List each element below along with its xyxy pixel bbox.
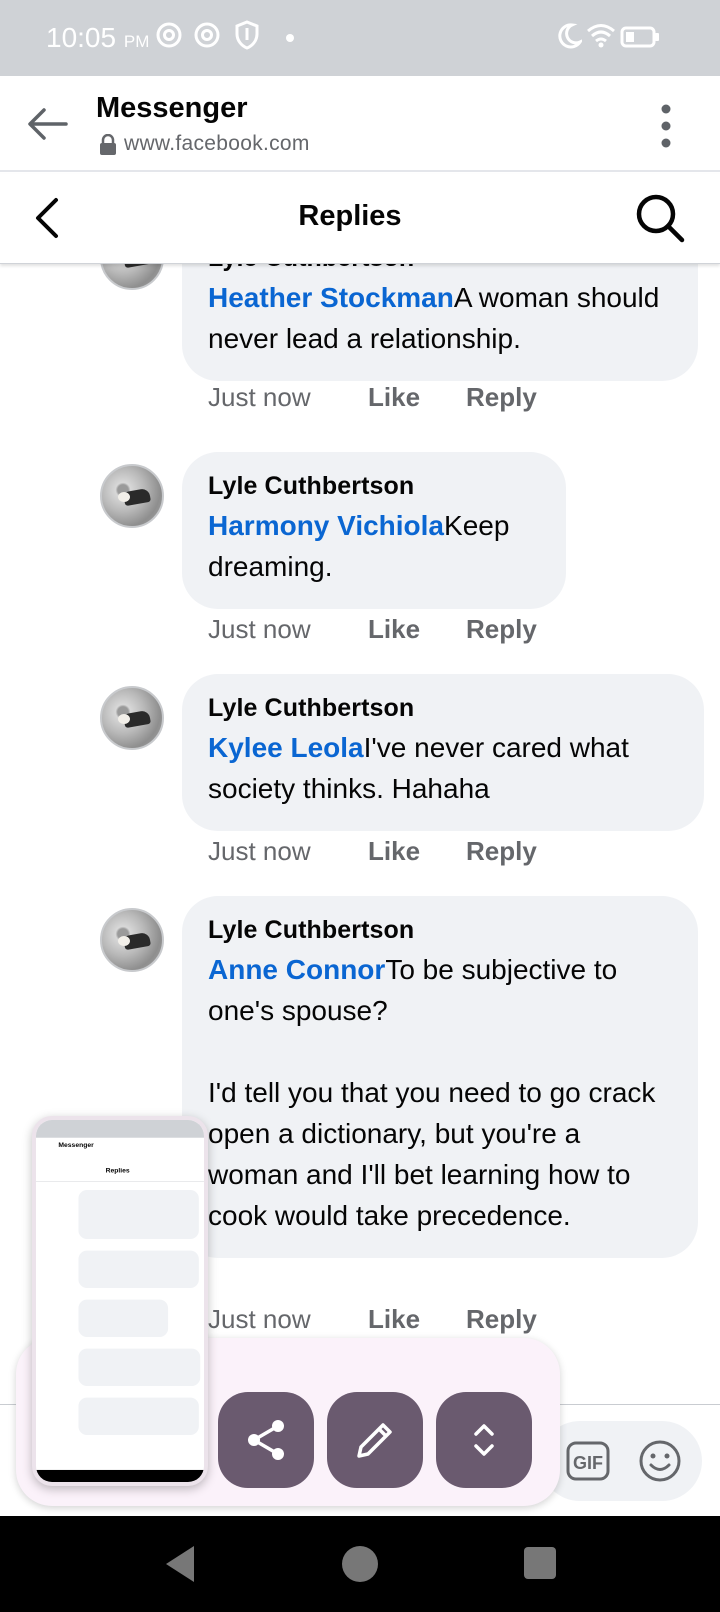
like-button[interactable]: Like: [368, 836, 466, 867]
edit-button[interactable]: [327, 1392, 423, 1488]
edit-icon: [357, 1423, 392, 1458]
comment-actions: Just now Like Reply: [208, 614, 537, 645]
system-nav-bar: [0, 1516, 720, 1612]
mention-link[interactable]: Heather Stockman: [208, 282, 454, 313]
nav-back-icon[interactable]: [162, 1544, 198, 1584]
comment-body: Harmony VichiolaKeep dreaming.: [208, 505, 540, 587]
thumb-header: Replies: [105, 1166, 130, 1175]
thumb-nav: [36, 1469, 204, 1482]
battery-icon: [620, 26, 659, 48]
thumb-bubble: [78, 1189, 199, 1239]
reply-button[interactable]: Reply: [466, 836, 537, 867]
page-title: Replies: [298, 200, 402, 232]
nav-home-icon[interactable]: [342, 1546, 378, 1582]
shield-icon: [235, 20, 259, 50]
status-bar: 10:05 PM: [0, 0, 720, 76]
mention-link[interactable]: Harmony Vichiola: [208, 510, 444, 541]
avatar[interactable]: [100, 908, 164, 972]
thumb-bubble: [78, 1397, 199, 1435]
replies-header: Replies: [0, 174, 720, 264]
nav-recents-icon[interactable]: [524, 1547, 556, 1579]
thumb-bubble: [78, 1250, 199, 1288]
like-button[interactable]: Like: [368, 614, 466, 645]
reply-button[interactable]: Reply: [466, 382, 537, 413]
comment-bubble[interactable]: Lyle Cuthbertson Heather StockmanA woman…: [182, 264, 698, 381]
lock-icon: [100, 134, 116, 155]
comment-bubble[interactable]: Lyle Cuthbertson Anne ConnorTo be subjec…: [182, 896, 698, 1258]
thumb-status: [36, 1120, 204, 1138]
mention-link[interactable]: Kylee Leola: [208, 732, 364, 763]
comment-author[interactable]: Lyle Cuthbertson: [208, 916, 672, 945]
comment-body: Heather StockmanA woman should never lea…: [208, 277, 672, 359]
status-time-value: 10:05: [46, 22, 117, 53]
thumb-title: Messenger: [58, 1140, 94, 1149]
browser-page-title: Messenger: [96, 92, 248, 124]
browser-bar: Messenger www.facebook.com: [0, 76, 720, 172]
comment-bubble[interactable]: Lyle Cuthbertson Kylee LeolaI've never c…: [182, 674, 704, 831]
gif-icon[interactable]: GIF: [566, 1441, 610, 1481]
comment-body: Anne ConnorTo be subjective to one's spo…: [208, 949, 672, 1236]
like-button[interactable]: Like: [368, 382, 466, 413]
comment-time: Just now: [208, 382, 311, 412]
status-ampm: PM: [123, 32, 150, 51]
comment-author[interactable]: Lyle Cuthbertson: [208, 264, 672, 273]
thumb-bubble: [78, 1299, 169, 1337]
comment-author[interactable]: Lyle Cuthbertson: [208, 472, 540, 501]
thumbnail-preview: Messenger Replies: [36, 1120, 204, 1482]
chrome-icon: [194, 22, 220, 48]
comment-text: To be subjective to one's spouse? I'd te…: [208, 954, 656, 1231]
svg-text:GIF: GIF: [573, 1453, 603, 1473]
avatar[interactable]: [100, 264, 164, 290]
browser-url[interactable]: www.facebook.com: [124, 132, 310, 156]
back-arrow-icon[interactable]: [24, 100, 72, 148]
comment-time: Just now: [208, 614, 311, 644]
like-button[interactable]: Like: [368, 1304, 466, 1335]
comment-actions: Just now Like Reply: [208, 382, 537, 413]
comment-author[interactable]: Lyle Cuthbertson: [208, 694, 678, 723]
more-options-icon[interactable]: [660, 104, 672, 148]
screenshot-thumbnail[interactable]: Messenger Replies: [32, 1116, 208, 1486]
comment-body: Kylee LeolaI've never cared what society…: [208, 727, 678, 809]
comment-actions: Just now Like Reply: [208, 836, 537, 867]
share-icon: [248, 1420, 284, 1460]
thumb-bubble: [78, 1348, 201, 1386]
reply-button[interactable]: Reply: [466, 614, 537, 645]
emoji-icon[interactable]: [638, 1439, 682, 1483]
reply-button[interactable]: Reply: [466, 1304, 537, 1335]
share-button[interactable]: [218, 1392, 314, 1488]
comment-actions: Just now Like Reply: [208, 1304, 537, 1335]
expand-icon: [474, 1424, 494, 1456]
chrome-icon: [156, 22, 182, 48]
status-time: 10:05 PM: [46, 22, 149, 54]
avatar[interactable]: [100, 464, 164, 528]
avatar[interactable]: [100, 686, 164, 750]
search-icon[interactable]: [634, 192, 686, 244]
comment-bubble[interactable]: Lyle Cuthbertson Harmony VichiolaKeep dr…: [182, 452, 566, 609]
moon-icon: [558, 23, 582, 49]
expand-button[interactable]: [436, 1392, 532, 1488]
comment-time: Just now: [208, 1304, 311, 1334]
comment-time: Just now: [208, 836, 311, 866]
mention-link[interactable]: Anne Connor: [208, 954, 385, 985]
dot-icon: [286, 34, 294, 42]
wifi-icon: [587, 24, 615, 48]
